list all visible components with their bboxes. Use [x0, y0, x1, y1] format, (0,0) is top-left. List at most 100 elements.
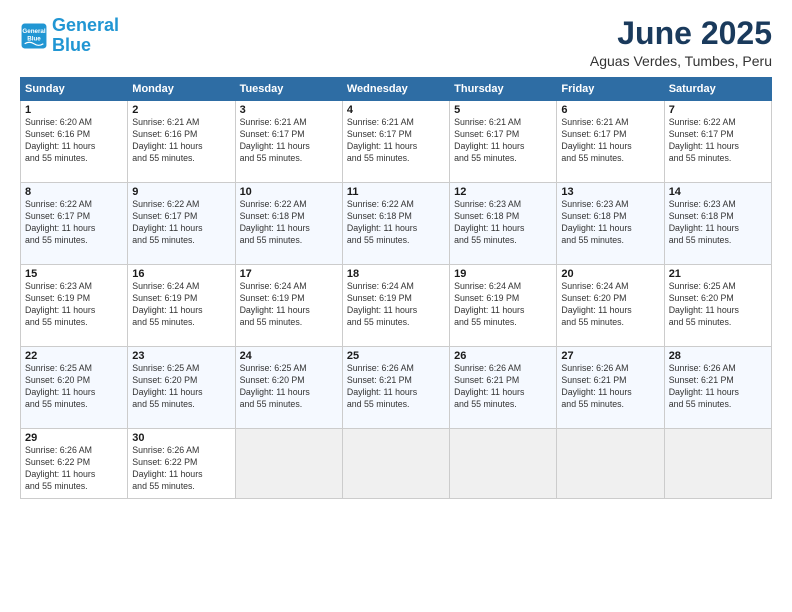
- header-tuesday: Tuesday: [235, 78, 342, 101]
- day-cell-8: 8 Sunrise: 6:22 AM Sunset: 6:17 PM Dayli…: [21, 183, 128, 265]
- calendar: Sunday Monday Tuesday Wednesday Thursday…: [20, 77, 772, 499]
- day-number: 7: [669, 104, 767, 116]
- day-cell-7: 7 Sunrise: 6:22 AM Sunset: 6:17 PM Dayli…: [664, 101, 771, 183]
- day-info: Sunrise: 6:26 AM Sunset: 6:22 PM Dayligh…: [132, 445, 230, 493]
- day-number: 18: [347, 268, 445, 280]
- day-number: 27: [561, 350, 659, 362]
- day-number: 20: [561, 268, 659, 280]
- day-info: Sunrise: 6:22 AM Sunset: 6:18 PM Dayligh…: [347, 199, 445, 247]
- empty-cell: [664, 429, 771, 499]
- day-cell-16: 16 Sunrise: 6:24 AM Sunset: 6:19 PM Dayl…: [128, 265, 235, 347]
- day-cell-13: 13 Sunrise: 6:23 AM Sunset: 6:18 PM Dayl…: [557, 183, 664, 265]
- day-number: 14: [669, 186, 767, 198]
- svg-text:Blue: Blue: [27, 35, 41, 42]
- weekday-header-row: Sunday Monday Tuesday Wednesday Thursday…: [21, 78, 772, 101]
- day-number: 11: [347, 186, 445, 198]
- day-info: Sunrise: 6:22 AM Sunset: 6:18 PM Dayligh…: [240, 199, 338, 247]
- day-cell-12: 12 Sunrise: 6:23 AM Sunset: 6:18 PM Dayl…: [450, 183, 557, 265]
- day-info: Sunrise: 6:23 AM Sunset: 6:18 PM Dayligh…: [454, 199, 552, 247]
- day-info: Sunrise: 6:24 AM Sunset: 6:19 PM Dayligh…: [454, 281, 552, 329]
- day-info: Sunrise: 6:24 AM Sunset: 6:19 PM Dayligh…: [132, 281, 230, 329]
- day-number: 3: [240, 104, 338, 116]
- week-row-0: 1 Sunrise: 6:20 AM Sunset: 6:16 PM Dayli…: [21, 101, 772, 183]
- empty-cell: [557, 429, 664, 499]
- day-cell-25: 25 Sunrise: 6:26 AM Sunset: 6:21 PM Dayl…: [342, 347, 449, 429]
- day-info: Sunrise: 6:23 AM Sunset: 6:18 PM Dayligh…: [561, 199, 659, 247]
- day-cell-21: 21 Sunrise: 6:25 AM Sunset: 6:20 PM Dayl…: [664, 265, 771, 347]
- day-cell-15: 15 Sunrise: 6:23 AM Sunset: 6:19 PM Dayl…: [21, 265, 128, 347]
- day-cell-19: 19 Sunrise: 6:24 AM Sunset: 6:19 PM Dayl…: [450, 265, 557, 347]
- day-info: Sunrise: 6:23 AM Sunset: 6:18 PM Dayligh…: [669, 199, 767, 247]
- day-number: 25: [347, 350, 445, 362]
- day-number: 23: [132, 350, 230, 362]
- day-cell-29: 29 Sunrise: 6:26 AM Sunset: 6:22 PM Dayl…: [21, 429, 128, 499]
- day-cell-10: 10 Sunrise: 6:22 AM Sunset: 6:18 PM Dayl…: [235, 183, 342, 265]
- day-cell-3: 3 Sunrise: 6:21 AM Sunset: 6:17 PM Dayli…: [235, 101, 342, 183]
- header-wednesday: Wednesday: [342, 78, 449, 101]
- day-number: 13: [561, 186, 659, 198]
- day-cell-24: 24 Sunrise: 6:25 AM Sunset: 6:20 PM Dayl…: [235, 347, 342, 429]
- day-info: Sunrise: 6:21 AM Sunset: 6:16 PM Dayligh…: [132, 117, 230, 165]
- day-cell-23: 23 Sunrise: 6:25 AM Sunset: 6:20 PM Dayl…: [128, 347, 235, 429]
- empty-cell: [342, 429, 449, 499]
- day-cell-4: 4 Sunrise: 6:21 AM Sunset: 6:17 PM Dayli…: [342, 101, 449, 183]
- day-info: Sunrise: 6:24 AM Sunset: 6:20 PM Dayligh…: [561, 281, 659, 329]
- day-number: 9: [132, 186, 230, 198]
- logo-text: General Blue: [52, 16, 119, 56]
- day-cell-9: 9 Sunrise: 6:22 AM Sunset: 6:17 PM Dayli…: [128, 183, 235, 265]
- empty-cell: [235, 429, 342, 499]
- day-info: Sunrise: 6:22 AM Sunset: 6:17 PM Dayligh…: [132, 199, 230, 247]
- day-number: 8: [25, 186, 123, 198]
- day-cell-27: 27 Sunrise: 6:26 AM Sunset: 6:21 PM Dayl…: [557, 347, 664, 429]
- week-row-1: 8 Sunrise: 6:22 AM Sunset: 6:17 PM Dayli…: [21, 183, 772, 265]
- day-number: 22: [25, 350, 123, 362]
- day-number: 15: [25, 268, 123, 280]
- day-info: Sunrise: 6:25 AM Sunset: 6:20 PM Dayligh…: [25, 363, 123, 411]
- title-block: June 2025 Aguas Verdes, Tumbes, Peru: [590, 16, 772, 69]
- day-info: Sunrise: 6:21 AM Sunset: 6:17 PM Dayligh…: [240, 117, 338, 165]
- day-info: Sunrise: 6:25 AM Sunset: 6:20 PM Dayligh…: [240, 363, 338, 411]
- day-info: Sunrise: 6:25 AM Sunset: 6:20 PM Dayligh…: [132, 363, 230, 411]
- header-monday: Monday: [128, 78, 235, 101]
- empty-cell: [450, 429, 557, 499]
- day-info: Sunrise: 6:24 AM Sunset: 6:19 PM Dayligh…: [347, 281, 445, 329]
- day-cell-22: 22 Sunrise: 6:25 AM Sunset: 6:20 PM Dayl…: [21, 347, 128, 429]
- month-title: June 2025: [590, 16, 772, 51]
- day-cell-26: 26 Sunrise: 6:26 AM Sunset: 6:21 PM Dayl…: [450, 347, 557, 429]
- day-info: Sunrise: 6:21 AM Sunset: 6:17 PM Dayligh…: [454, 117, 552, 165]
- day-number: 6: [561, 104, 659, 116]
- day-cell-28: 28 Sunrise: 6:26 AM Sunset: 6:21 PM Dayl…: [664, 347, 771, 429]
- day-info: Sunrise: 6:20 AM Sunset: 6:16 PM Dayligh…: [25, 117, 123, 165]
- day-number: 30: [132, 432, 230, 444]
- week-row-3: 22 Sunrise: 6:25 AM Sunset: 6:20 PM Dayl…: [21, 347, 772, 429]
- header-sunday: Sunday: [21, 78, 128, 101]
- day-number: 21: [669, 268, 767, 280]
- day-cell-6: 6 Sunrise: 6:21 AM Sunset: 6:17 PM Dayli…: [557, 101, 664, 183]
- day-info: Sunrise: 6:22 AM Sunset: 6:17 PM Dayligh…: [25, 199, 123, 247]
- day-number: 12: [454, 186, 552, 198]
- day-cell-30: 30 Sunrise: 6:26 AM Sunset: 6:22 PM Dayl…: [128, 429, 235, 499]
- day-info: Sunrise: 6:26 AM Sunset: 6:21 PM Dayligh…: [454, 363, 552, 411]
- header-friday: Friday: [557, 78, 664, 101]
- day-number: 17: [240, 268, 338, 280]
- day-info: Sunrise: 6:26 AM Sunset: 6:21 PM Dayligh…: [669, 363, 767, 411]
- day-cell-17: 17 Sunrise: 6:24 AM Sunset: 6:19 PM Dayl…: [235, 265, 342, 347]
- day-info: Sunrise: 6:25 AM Sunset: 6:20 PM Dayligh…: [669, 281, 767, 329]
- day-number: 10: [240, 186, 338, 198]
- day-number: 29: [25, 432, 123, 444]
- svg-text:General: General: [22, 28, 45, 35]
- day-cell-18: 18 Sunrise: 6:24 AM Sunset: 6:19 PM Dayl…: [342, 265, 449, 347]
- header-saturday: Saturday: [664, 78, 771, 101]
- day-cell-20: 20 Sunrise: 6:24 AM Sunset: 6:20 PM Dayl…: [557, 265, 664, 347]
- day-cell-11: 11 Sunrise: 6:22 AM Sunset: 6:18 PM Dayl…: [342, 183, 449, 265]
- location: Aguas Verdes, Tumbes, Peru: [590, 53, 772, 69]
- day-number: 1: [25, 104, 123, 116]
- day-info: Sunrise: 6:26 AM Sunset: 6:21 PM Dayligh…: [561, 363, 659, 411]
- day-number: 16: [132, 268, 230, 280]
- day-info: Sunrise: 6:23 AM Sunset: 6:19 PM Dayligh…: [25, 281, 123, 329]
- day-number: 28: [669, 350, 767, 362]
- day-number: 24: [240, 350, 338, 362]
- header: General Blue General Blue June 2025 Agua…: [20, 16, 772, 69]
- header-thursday: Thursday: [450, 78, 557, 101]
- day-info: Sunrise: 6:22 AM Sunset: 6:17 PM Dayligh…: [669, 117, 767, 165]
